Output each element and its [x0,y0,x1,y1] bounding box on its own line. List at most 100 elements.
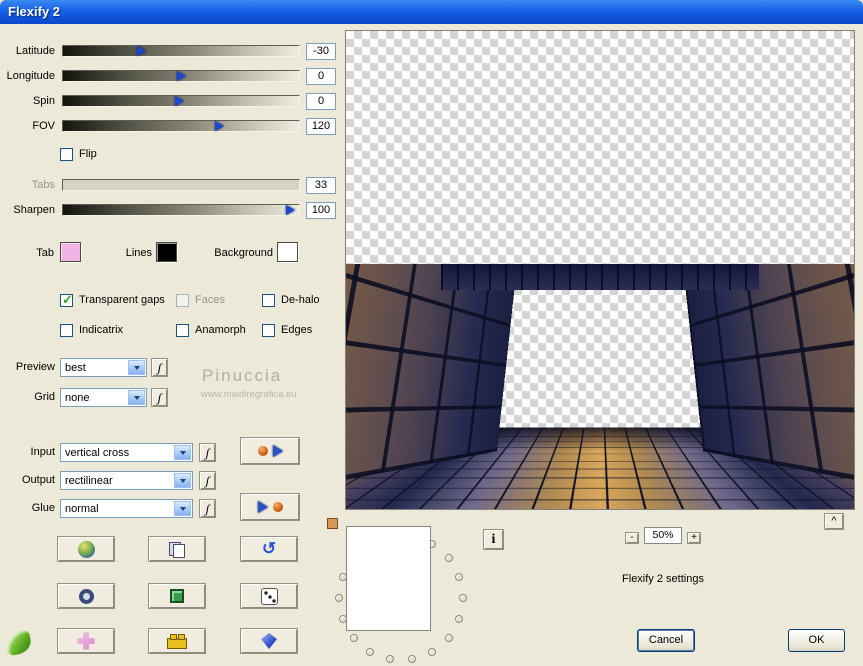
dehalo-checkbox[interactable] [262,294,275,307]
spin-value[interactable]: 0 [306,93,336,110]
zoom-level: 50% [644,527,682,544]
dropdown-arrow-icon[interactable] [128,360,145,375]
cancel-button[interactable]: Cancel [637,629,695,652]
tab-swatch-label: Tab [36,247,54,259]
background-color-swatch[interactable] [277,242,298,262]
tab-color-swatch[interactable] [60,242,81,262]
lines-swatch-label: Lines [125,247,152,259]
latitude-value[interactable]: -30 [306,43,336,60]
sharpen-label: Sharpen [13,204,55,216]
longitude-value[interactable]: 0 [306,68,336,85]
glue-dropdown-label: Glue [31,502,55,514]
dice-button[interactable] [240,583,298,609]
slider-thumb[interactable] [136,46,146,56]
indicatrix-label: Indicatrix [79,324,124,336]
spin-label: Spin [32,95,55,107]
slider-thumb[interactable] [214,121,224,131]
output-dropdown-value: rectilinear [65,475,113,487]
dropdown-arrow-icon[interactable] [128,390,145,405]
info-button[interactable]: i [483,529,504,550]
preview-dropdown[interactable]: best [60,358,147,377]
copy-button[interactable] [148,536,206,562]
grid-dropdown-label: Grid [34,391,55,403]
thumbnail-preview [346,526,431,631]
zoom-out-button[interactable]: - [625,532,639,544]
fov-label: FOV [32,120,55,132]
orange-sphere-icon [272,502,283,512]
rendered-horizon [441,264,759,290]
brick-button[interactable] [148,628,206,654]
zoom-in-button[interactable]: + [687,532,701,544]
input-dropdown[interactable]: vertical cross [60,443,193,462]
indicatrix-checkbox[interactable] [60,324,73,337]
watermark-name: Pinuccia [202,366,283,385]
spin-slider[interactable] [62,95,300,107]
ok-button[interactable]: OK [788,629,845,652]
latitude-slider[interactable] [62,45,300,57]
sharpen-value[interactable]: 100 [306,202,336,219]
anamorph-checkbox[interactable] [176,324,189,337]
settings-label: Flexify 2 settings [622,573,704,585]
output-dropdown[interactable]: rectilinear [60,471,193,490]
flip-checkbox[interactable] [60,148,73,161]
gem-icon [261,633,277,649]
preview-random-button[interactable]: ʃ [151,358,168,377]
grid-random-button[interactable]: ʃ [151,388,168,407]
sharpen-slider[interactable] [62,204,300,216]
input-preset-button[interactable] [240,437,300,465]
selection-marker [327,518,338,529]
output-random-button[interactable]: ʃ [199,471,216,490]
cross-button[interactable] [57,628,115,654]
lines-color-swatch[interactable] [156,242,177,262]
watermark-url: www.maidiregrafica.eu [201,389,297,400]
gem-button[interactable] [240,628,298,654]
tabs-value[interactable]: 33 [306,177,336,194]
title-bar[interactable]: Flexify 2 [0,0,863,24]
fov-value[interactable]: 120 [306,118,336,135]
slider-thumb[interactable] [174,96,184,106]
green-square-button[interactable] [148,583,206,609]
slider-thumb[interactable] [177,71,186,81]
latitude-label: Latitude [15,45,55,57]
green-square-icon [170,589,184,603]
glue-dropdown-value: normal [65,503,99,515]
sphere-icon [77,540,95,558]
tabs-slider [62,179,300,191]
edges-checkbox[interactable] [262,324,275,337]
caret-button[interactable]: ^ [824,513,844,530]
dropdown-arrow-icon[interactable] [174,501,191,516]
preview-dropdown-value: best [65,362,86,374]
input-random-button[interactable]: ʃ [199,443,216,462]
transparent-gaps-label: Transparent gaps [79,294,165,306]
pink-cross-icon [77,632,95,650]
glue-random-button[interactable]: ʃ [199,499,216,518]
preview-canvas[interactable] [345,30,855,510]
preview-image [346,264,854,509]
dehalo-label: De-halo [281,294,320,306]
orange-sphere-icon [257,446,268,456]
output-dropdown-label: Output [21,474,55,486]
sphere-button[interactable] [57,536,115,562]
flexify-dialog: Flexify 2 Latitude -30 Longitude 0 Spin … [0,0,863,666]
transparent-gaps-checkbox[interactable]: ✓ [60,292,73,307]
longitude-label: Longitude [6,70,55,82]
fov-slider[interactable] [62,120,300,132]
ring-button[interactable] [57,583,115,609]
faces-checkbox [176,294,189,307]
dropdown-arrow-icon[interactable] [174,445,191,460]
flaming-pear-logo-icon[interactable] [3,629,34,657]
faces-label: Faces [195,294,225,306]
dropdown-arrow-icon[interactable] [174,473,191,488]
glue-preset-button[interactable] [240,493,300,521]
dice-icon [260,587,278,605]
longitude-slider[interactable] [62,70,300,82]
grid-dropdown[interactable]: none [60,388,147,407]
grid-dropdown-value: none [65,392,90,404]
slider-thumb[interactable] [285,205,295,215]
check-icon: ✓ [62,292,73,307]
preview-dropdown-label: Preview [15,361,55,373]
undo-button[interactable]: ↺ [240,536,298,562]
edges-label: Edges [281,324,313,336]
glue-dropdown[interactable]: normal [60,499,193,518]
flip-label: Flip [79,148,97,160]
